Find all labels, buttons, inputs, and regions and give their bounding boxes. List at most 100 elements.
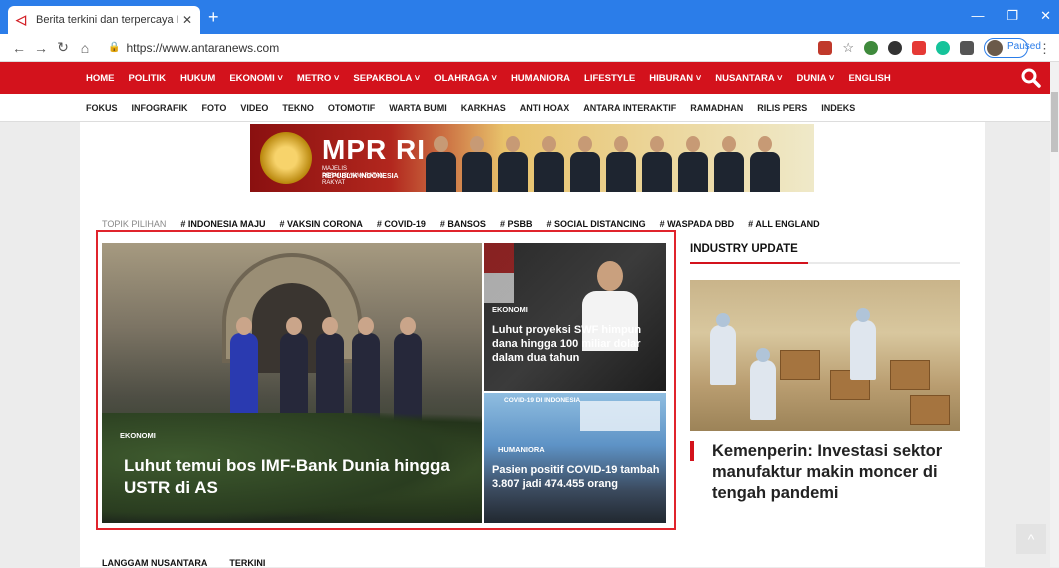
mpr-banner-ad[interactable]: MPR RI MAJELIS PERMUSYAWARATAN RAKYAT RE… [250, 124, 814, 192]
subnav-item-tekno[interactable]: TEKNO [282, 103, 314, 113]
subnav-item-rilis-pers[interactable]: RILIS PERS [757, 103, 807, 113]
topik-tag[interactable]: # BANSOS [440, 219, 486, 229]
banner-person [746, 136, 784, 192]
nav-item-ekonomi[interactable]: EKONOMI ˅ [229, 73, 283, 84]
lock-icon: 🔒 [108, 42, 121, 53]
browser-titlebar: ◁ Berita terkini dan terpercaya Indo ✕ +… [0, 0, 1059, 34]
featured-main-headline[interactable]: Luhut temui bos IMF-Bank Dunia hingga US… [124, 455, 454, 499]
menu-icon[interactable]: ⋮ [1038, 41, 1051, 56]
sub-nav: FOKUS INFOGRAFIK FOTO VIDEO TEKNO OTOMOT… [0, 94, 1059, 122]
banner-person [566, 136, 604, 192]
topik-tag[interactable]: # SOCIAL DISTANCING [546, 219, 645, 229]
featured-side-article-2[interactable]: COVID-19 DI INDONESIA HUMANIORA Pasien p… [484, 393, 666, 523]
nav-item-english[interactable]: ENGLISH [848, 73, 890, 84]
topik-tag[interactable]: # COVID-19 [377, 219, 426, 229]
industry-article-image[interactable] [690, 280, 960, 431]
extension-icon[interactable] [888, 41, 902, 55]
category-label[interactable]: EKONOMI [120, 431, 156, 440]
minimize-button[interactable]: — [971, 8, 984, 24]
topik-pilihan-bar: TOPIK PILIHAN # INDONESIA MAJU # VAKSIN … [102, 219, 820, 229]
subnav-item-indeks[interactable]: INDEKS [821, 103, 855, 113]
nav-item-humaniora[interactable]: HUMANIORA [511, 73, 570, 84]
bookmark-star-icon[interactable]: ☆ [842, 41, 854, 55]
antara-favicon-icon: ◁ [16, 12, 26, 27]
browser-tab[interactable]: ◁ Berita terkini dan terpercaya Indo ✕ [8, 6, 200, 34]
category-label[interactable]: EKONOMI [492, 305, 528, 314]
tab-close-icon[interactable]: ✕ [182, 13, 192, 27]
infographic-title: COVID-19 DI INDONESIA [504, 397, 581, 404]
banner-person [602, 136, 640, 192]
banner-person [674, 136, 712, 192]
featured-side-headline-2[interactable]: Pasien positif COVID-19 tambah 3.807 jad… [492, 463, 664, 491]
industry-article-headline[interactable]: Kemenperin: Investasi sektor manufaktur … [712, 441, 962, 504]
banner-person [422, 136, 460, 192]
subnav-item-warta-bumi[interactable]: WARTA BUMI [389, 103, 447, 113]
main-nav: HOME POLITIK HUKUM EKONOMI ˅ METRO ˅ SEP… [0, 62, 1059, 94]
industry-update-heading[interactable]: INDUSTRY UPDATE [690, 243, 798, 255]
page-scrollbar[interactable] [1050, 62, 1059, 567]
nav-item-dunia[interactable]: DUNIA ˅ [797, 73, 835, 84]
featured-main-article[interactable]: EKONOMI Luhut temui bos IMF-Bank Dunia h… [102, 243, 482, 523]
nav-item-sepakbola[interactable]: SEPAKBOLA ˅ [353, 73, 420, 84]
subnav-item-infografik[interactable]: INFOGRAFIK [132, 103, 188, 113]
subnav-item-ramadhan[interactable]: RAMADHAN [690, 103, 743, 113]
subnav-item-karkhas[interactable]: KARKHAS [461, 103, 506, 113]
reload-icon[interactable]: ↻ [52, 39, 74, 56]
nav-item-nusantara[interactable]: NUSANTARA ˅ [715, 73, 782, 84]
nav-item-home[interactable]: HOME [86, 73, 115, 84]
profile-button[interactable]: Paused [984, 38, 1041, 58]
window-controls: — ❐ ✕ [971, 8, 1051, 24]
featured-side-headline-1[interactable]: Luhut proyeksi SWF himpun dana hingga 10… [492, 323, 664, 365]
banner-person [638, 136, 676, 192]
flag-decoration [484, 243, 514, 303]
banner-subtitle-2: REPUBLIK INDONESIA [322, 173, 399, 180]
scrollbar-thumb[interactable] [1051, 92, 1058, 152]
nav-item-hukum[interactable]: HUKUM [180, 73, 215, 84]
address-bar[interactable]: 🔒 https://www.antaranews.com [108, 37, 728, 59]
subnav-item-video[interactable]: VIDEO [240, 103, 268, 113]
section-underline [690, 262, 960, 264]
new-tab-button[interactable]: + [208, 8, 219, 26]
extensions-area: ☆ Paused ⋮ [818, 38, 1051, 58]
close-window-button[interactable]: ✕ [1040, 8, 1051, 24]
nav-item-olahraga[interactable]: OLAHRAGA ˅ [434, 73, 497, 84]
subnav-item-foto[interactable]: FOTO [202, 103, 227, 113]
extension-icon[interactable] [912, 41, 926, 55]
grammarly-icon[interactable] [936, 41, 950, 55]
puzzle-icon[interactable] [960, 41, 974, 55]
nav-item-politik[interactable]: POLITIK [129, 73, 166, 84]
banner-person [710, 136, 748, 192]
headline-accent-bar [690, 441, 694, 461]
category-label[interactable]: HUMANIORA [498, 445, 545, 454]
subnav-item-fokus[interactable]: FOKUS [86, 103, 118, 113]
forward-icon[interactable]: → [30, 40, 52, 56]
profile-status: Paused [1007, 41, 1041, 52]
avatar [987, 40, 1003, 56]
banner-person [494, 136, 532, 192]
topik-tag[interactable]: # INDONESIA MAJU [180, 219, 265, 229]
subnav-item-otomotif[interactable]: OTOMOTIF [328, 103, 375, 113]
search-icon[interactable] [1021, 68, 1041, 88]
translate-icon[interactable] [818, 41, 833, 55]
nav-item-lifestyle[interactable]: LIFESTYLE [584, 73, 635, 84]
back-icon[interactable]: ← [8, 40, 30, 56]
topik-tag[interactable]: # ALL ENGLAND [748, 219, 820, 229]
tab-title: Berita terkini dan terpercaya Indo [36, 14, 178, 26]
scroll-to-top-button[interactable]: ^ [1016, 524, 1046, 554]
nav-item-hiburan[interactable]: HIBURAN ˅ [649, 73, 701, 84]
url-text: https://www.antaranews.com [126, 40, 280, 55]
home-icon[interactable]: ⌂ [74, 40, 96, 56]
subnav-item-antara-interaktif[interactable]: ANTARA INTERAKTIF [583, 103, 676, 113]
garuda-emblem-icon [260, 132, 312, 184]
banner-title: MPR RI [322, 134, 426, 165]
restore-button[interactable]: ❐ [1006, 8, 1018, 24]
banner-person [458, 136, 496, 192]
featured-side-article-1[interactable]: EKONOMI Luhut proyeksi SWF himpun dana h… [484, 243, 666, 391]
topik-tag[interactable]: # WASPADA DBD [660, 219, 735, 229]
subnav-item-anti-hoax[interactable]: ANTI HOAX [520, 103, 570, 113]
topik-tag[interactable]: # VAKSIN CORONA [280, 219, 363, 229]
infographic-table [580, 401, 660, 431]
topik-tag[interactable]: # PSBB [500, 219, 533, 229]
nav-item-metro[interactable]: METRO ˅ [297, 73, 340, 84]
extension-icon[interactable] [864, 41, 878, 55]
